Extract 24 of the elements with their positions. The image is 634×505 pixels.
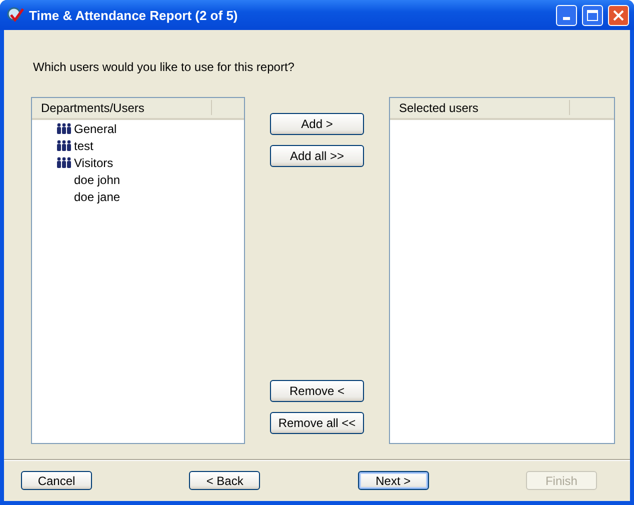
window-title: Time & Attendance Report (2 of 5) <box>29 8 239 22</box>
maximize-icon <box>587 10 598 20</box>
minimize-button[interactable] <box>556 4 577 26</box>
maximize-button[interactable] <box>582 4 603 26</box>
remove-button[interactable]: Remove < <box>270 380 364 402</box>
group-icon <box>56 157 72 168</box>
add-button[interactable]: Add > <box>270 113 364 135</box>
add-all-button[interactable]: Add all >> <box>270 145 364 167</box>
group-icon <box>56 140 72 151</box>
minimize-icon <box>563 17 570 20</box>
back-button[interactable]: < Back <box>189 471 260 490</box>
checkmark-clock-icon <box>6 6 24 24</box>
department-item[interactable]: Visitors <box>74 156 114 170</box>
next-button[interactable]: Next > <box>358 471 429 490</box>
instruction-text: Which users would you like to use for this report? <box>33 60 296 76</box>
remove-all-button[interactable]: Remove all << <box>270 412 364 434</box>
department-item[interactable]: test <box>74 138 94 152</box>
user-item[interactable]: doe jane <box>74 190 120 204</box>
department-item[interactable]: General <box>74 122 117 136</box>
close-button[interactable] <box>608 4 629 26</box>
group-icon <box>56 123 72 134</box>
user-item[interactable]: doe john <box>74 172 120 186</box>
close-icon <box>613 10 624 20</box>
cancel-button[interactable]: Cancel <box>21 471 92 490</box>
